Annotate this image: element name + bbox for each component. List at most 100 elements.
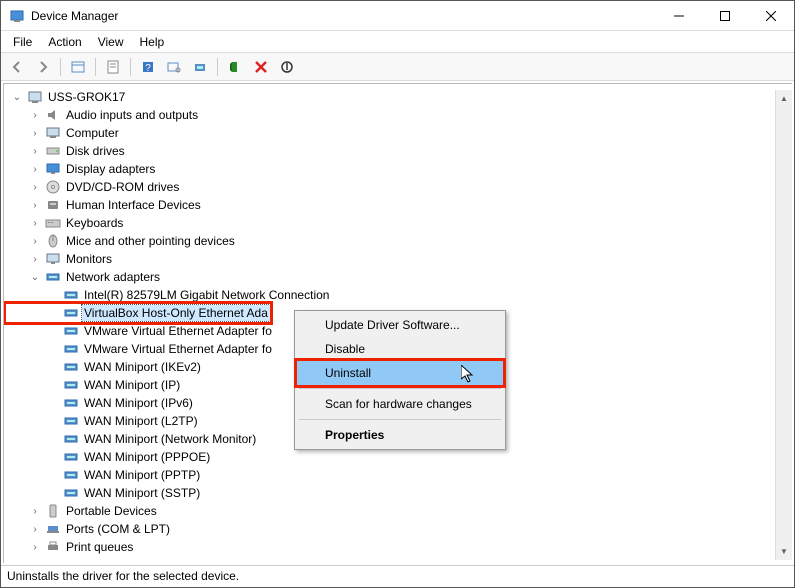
network-icon: [45, 269, 61, 285]
category-label: Monitors: [64, 251, 114, 267]
tree-category[interactable]: ›Portable Devices: [6, 502, 790, 520]
context-menu-item[interactable]: Properties: [297, 423, 503, 447]
tree-device[interactable]: WAN Miniport (SSTP): [6, 484, 790, 502]
expander-icon[interactable]: ›: [28, 144, 42, 158]
tree-root[interactable]: ⌄USS-GROK17: [6, 88, 790, 106]
network-adapter-icon: [63, 413, 79, 429]
hid-icon: [45, 197, 61, 213]
device-label: Intel(R) 82579LM Gigabit Network Connect…: [82, 287, 331, 303]
tree-device[interactable]: Intel(R) 82579LM Gigabit Network Connect…: [6, 286, 790, 304]
expander-icon[interactable]: ›: [28, 234, 42, 248]
show-hidden-button[interactable]: [66, 55, 90, 79]
forward-button[interactable]: [31, 55, 55, 79]
expander-icon[interactable]: ›: [28, 198, 42, 212]
menu-action[interactable]: Action: [40, 33, 89, 51]
menu-file[interactable]: File: [5, 33, 40, 51]
device-label: WAN Miniport (PPTP): [82, 467, 202, 483]
expander-icon[interactable]: ›: [28, 108, 42, 122]
status-text: Uninstalls the driver for the selected d…: [7, 569, 239, 583]
tree-category[interactable]: › Computer: [6, 124, 790, 142]
device-label: WAN Miniport (L2TP): [82, 413, 200, 429]
tree-device[interactable]: WAN Miniport (PPPOE): [6, 448, 790, 466]
category-label: Mice and other pointing devices: [64, 233, 237, 249]
tree-category[interactable]: › DVD/CD-ROM drives: [6, 178, 790, 196]
category-label: Ports (COM & LPT): [64, 521, 172, 537]
update-driver-button[interactable]: [188, 55, 212, 79]
context-menu-separator: [299, 419, 501, 420]
tree-category[interactable]: › Keyboards: [6, 214, 790, 232]
disk-icon: [45, 143, 61, 159]
device-label: WAN Miniport (IPv6): [82, 395, 195, 411]
menu-help[interactable]: Help: [132, 33, 173, 51]
disable-button[interactable]: [275, 55, 299, 79]
category-label: Computer: [64, 125, 121, 141]
tree-category[interactable]: › Ports (COM & LPT): [6, 520, 790, 538]
window-title: Device Manager: [31, 9, 656, 23]
vertical-scrollbar[interactable]: ▲ ▼: [775, 90, 792, 560]
tree-category[interactable]: ›Disk drives: [6, 142, 790, 160]
tree-category[interactable]: ›Print queues: [6, 538, 790, 556]
enable-button[interactable]: [223, 55, 247, 79]
help-button[interactable]: ?: [136, 55, 160, 79]
category-label: Keyboards: [64, 215, 125, 231]
expander-icon[interactable]: ›: [28, 126, 42, 140]
category-label: DVD/CD-ROM drives: [64, 179, 181, 195]
network-adapter-icon: [63, 323, 79, 339]
device-label: WAN Miniport (IP): [82, 377, 182, 393]
audio-icon: [45, 107, 61, 123]
device-label: WAN Miniport (SSTP): [82, 485, 202, 501]
minimize-button[interactable]: [656, 1, 702, 30]
tree-category[interactable]: ›Audio inputs and outputs: [6, 106, 790, 124]
scroll-up-arrow[interactable]: ▲: [776, 90, 792, 107]
expander-icon[interactable]: ⌄: [28, 270, 42, 284]
scroll-down-arrow[interactable]: ▼: [776, 543, 792, 560]
context-menu-item[interactable]: Uninstall: [297, 361, 503, 385]
properties-button[interactable]: [101, 55, 125, 79]
monitor-icon: [45, 251, 61, 267]
expander-icon[interactable]: ›: [28, 252, 42, 266]
expander-icon[interactable]: ›: [28, 180, 42, 194]
network-adapter-icon: [63, 449, 79, 465]
network-adapter-icon: [63, 485, 79, 501]
uninstall-button[interactable]: [249, 55, 273, 79]
device-label: VMware Virtual Ethernet Adapter fo: [82, 323, 274, 339]
expander-icon[interactable]: ⌄: [10, 90, 24, 104]
scan-hardware-button[interactable]: [162, 55, 186, 79]
network-adapter-icon: [63, 341, 79, 357]
expander-icon[interactable]: ›: [28, 504, 42, 518]
expander-icon[interactable]: ›: [28, 522, 42, 536]
tree-device[interactable]: VirtualBox Host-Only Ethernet Ada: [6, 304, 270, 322]
ports-icon: [45, 521, 61, 537]
context-menu-item[interactable]: Update Driver Software...: [297, 313, 503, 337]
network-adapter-icon: [63, 359, 79, 375]
statusbar: Uninstalls the driver for the selected d…: [1, 565, 794, 587]
tree-category[interactable]: › Mice and other pointing devices: [6, 232, 790, 250]
device-label: VirtualBox Host-Only Ethernet Ada: [82, 305, 270, 321]
tree-category[interactable]: ⌄ Network adapters: [6, 268, 790, 286]
tree-category[interactable]: ›Display adapters: [6, 160, 790, 178]
titlebar: Device Manager: [1, 1, 794, 31]
expander-icon[interactable]: ›: [28, 162, 42, 176]
back-button[interactable]: [5, 55, 29, 79]
toolbar: ?: [1, 53, 794, 81]
category-label: Human Interface Devices: [64, 197, 203, 213]
network-adapter-icon: [63, 467, 79, 483]
network-adapter-icon: [63, 395, 79, 411]
device-label: WAN Miniport (IKEv2): [82, 359, 203, 375]
expander-icon[interactable]: ›: [28, 216, 42, 230]
tree-category[interactable]: › Human Interface Devices: [6, 196, 790, 214]
maximize-button[interactable]: [702, 1, 748, 30]
tree-category[interactable]: › Monitors: [6, 250, 790, 268]
dvd-icon: [45, 179, 61, 195]
expander-icon[interactable]: ›: [28, 540, 42, 554]
context-menu-item[interactable]: Scan for hardware changes: [297, 392, 503, 416]
tree-device[interactable]: WAN Miniport (PPTP): [6, 466, 790, 484]
close-button[interactable]: [748, 1, 794, 30]
device-label: VMware Virtual Ethernet Adapter fo: [82, 341, 274, 357]
menubar: File Action View Help: [1, 31, 794, 53]
context-menu-item[interactable]: Disable: [297, 337, 503, 361]
category-label: Network adapters: [64, 269, 162, 285]
menu-view[interactable]: View: [90, 33, 132, 51]
device-label: WAN Miniport (Network Monitor): [82, 431, 258, 447]
keyboard-icon: [45, 215, 61, 231]
